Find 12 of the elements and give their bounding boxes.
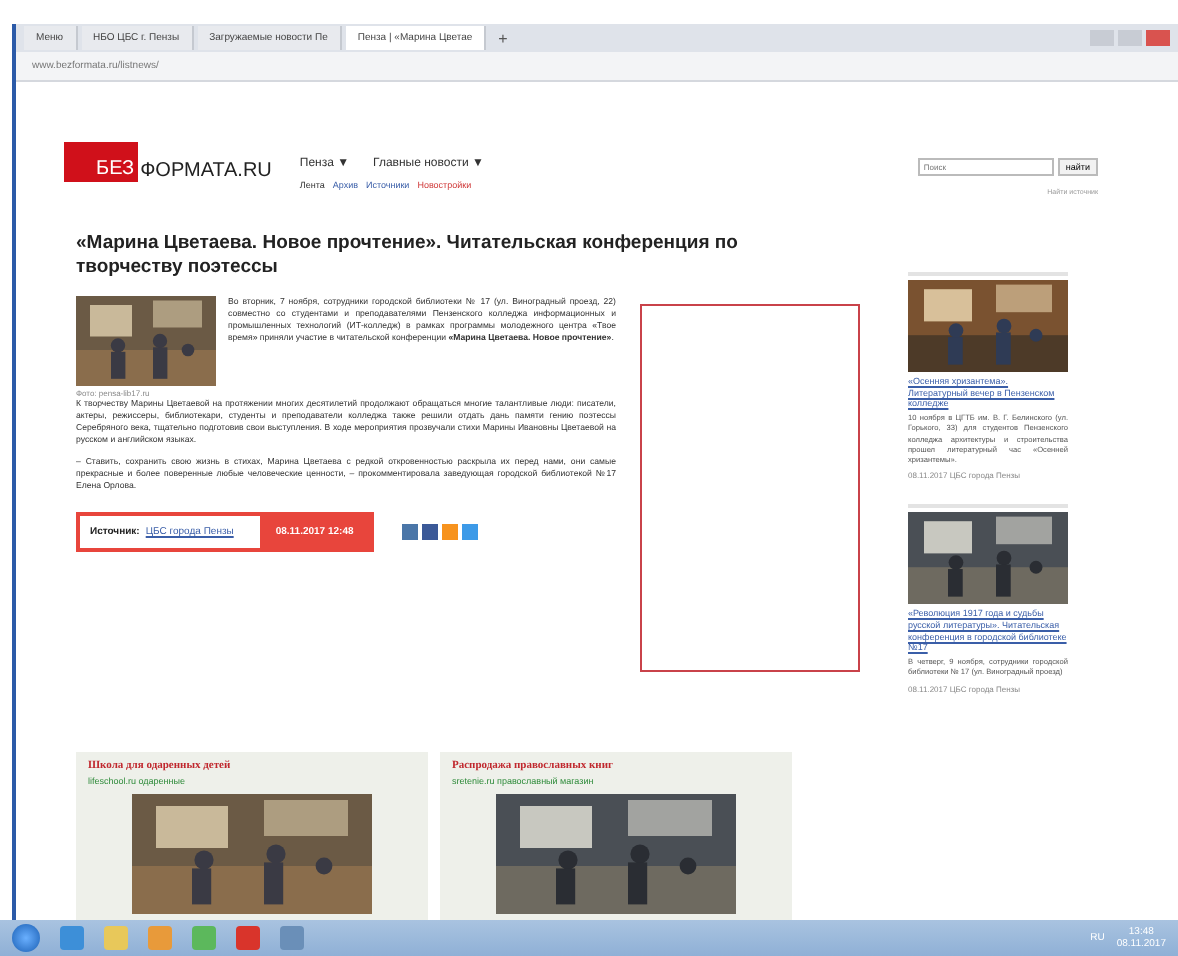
taskbar-app-icon[interactable]: [280, 926, 304, 950]
taskbar-app-icon[interactable]: [60, 926, 84, 950]
taskbar-app-icon[interactable]: [104, 926, 128, 950]
new-tab-button[interactable]: +: [490, 29, 516, 47]
taskbar-app-icon[interactable]: [148, 926, 172, 950]
taskbar-app-icon[interactable]: [236, 926, 260, 950]
start-button[interactable]: [12, 924, 40, 952]
article-title: «Марина Цветаева. Новое прочтение». Читательская конференция по творчеству поэтессы: [76, 232, 740, 280]
logo-text[interactable]: ФОРМАТА.RU: [138, 160, 272, 182]
logo-mark[interactable]: БЕЗ: [64, 142, 139, 182]
taskbar-app-icon[interactable]: [192, 926, 216, 950]
close-icon[interactable]: [1146, 30, 1170, 46]
